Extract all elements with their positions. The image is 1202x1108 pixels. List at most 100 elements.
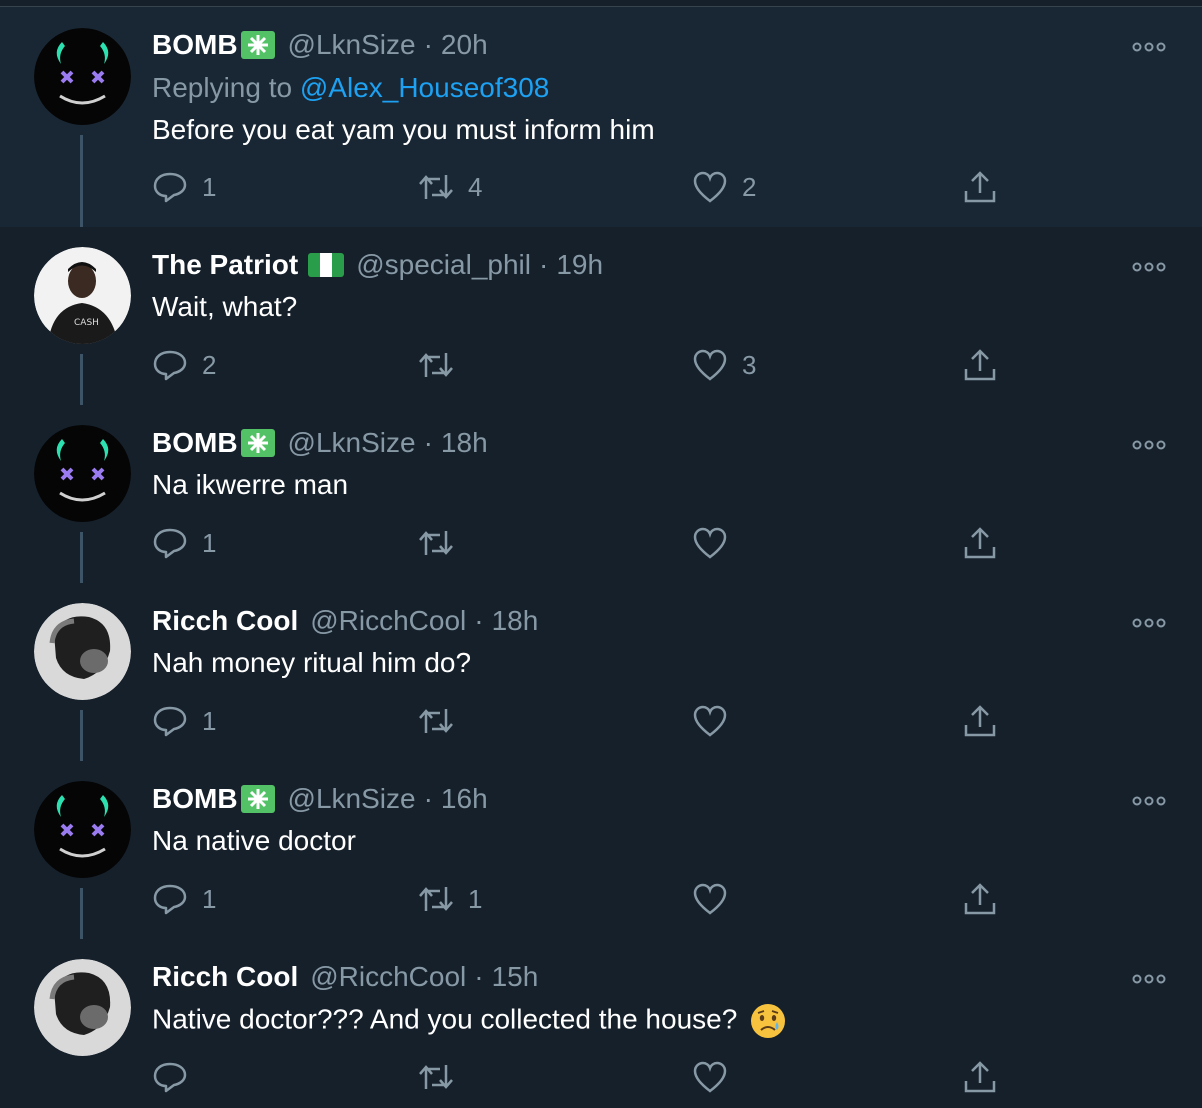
share-icon	[964, 349, 996, 381]
timestamp[interactable]: 20h	[441, 28, 488, 62]
avatar[interactable]	[34, 425, 131, 522]
separator-dot: ·	[474, 605, 484, 636]
more-icon[interactable]	[1132, 261, 1166, 273]
like-button[interactable]	[692, 1057, 742, 1097]
share-icon	[964, 883, 996, 915]
more-icon[interactable]	[1132, 617, 1166, 629]
retweet-button[interactable]	[418, 345, 468, 385]
retweet-icon	[419, 887, 453, 911]
heart-icon	[693, 349, 727, 381]
timestamp[interactable]: 19h	[556, 248, 603, 282]
more-icon[interactable]	[1132, 41, 1166, 53]
reply-count: 1	[202, 527, 217, 558]
thread-line	[80, 710, 83, 761]
avatar[interactable]	[34, 603, 131, 700]
more-icon[interactable]	[1132, 973, 1166, 985]
share-button[interactable]	[962, 167, 998, 207]
action-bar: 1	[152, 701, 1012, 741]
display-name[interactable]: The Patriot	[152, 248, 298, 282]
action-bar: 2 3	[152, 345, 1012, 385]
tweet-1[interactable]: BOMB @LknSize · 20h Replying to @Alex_Ho…	[0, 7, 1202, 227]
tweet-text: Nah money ritual him do?	[152, 647, 472, 678]
tweet-5[interactable]: BOMB @LknSize · 16h Na native doctor 1 1	[0, 761, 1202, 939]
action-bar: 1	[152, 523, 1012, 563]
display-name[interactable]: Ricch Cool	[152, 960, 298, 994]
handle[interactable]: @RicchCool	[310, 960, 466, 994]
retweet-button[interactable]: 1	[418, 879, 482, 919]
share-button[interactable]	[962, 523, 998, 563]
tweet-4[interactable]: Ricch Cool @RicchCool · 18h Nah money ri…	[0, 583, 1202, 761]
action-bar: 1 1	[152, 879, 1012, 919]
action-bar	[152, 1057, 1012, 1097]
share-button[interactable]	[962, 701, 998, 741]
display-name[interactable]: BOMB	[152, 28, 238, 62]
like-button[interactable]	[692, 701, 742, 741]
timestamp[interactable]: 18h	[441, 426, 488, 460]
tweet-6[interactable]: Ricch Cool @RicchCool · 15h Native docto…	[0, 939, 1202, 1108]
thread-line	[80, 135, 83, 227]
reply-button[interactable]: 1	[152, 167, 216, 207]
avatar[interactable]	[34, 781, 131, 878]
tweet-text: Before you eat yam you must inform him	[152, 114, 655, 145]
retweet-button[interactable]	[418, 523, 468, 563]
tweet-3[interactable]: BOMB @LknSize · 18h Na ikwerre man 1	[0, 405, 1202, 583]
handle[interactable]: @special_phil	[356, 248, 531, 282]
separator-dot: ·	[474, 961, 484, 992]
reply-button[interactable]	[152, 1057, 202, 1097]
tweet-text: Na native doctor	[152, 825, 356, 856]
retweet-icon	[419, 353, 453, 377]
timestamp[interactable]: 16h	[441, 782, 488, 816]
reply-button[interactable]: 1	[152, 523, 216, 563]
heart-icon	[693, 1061, 727, 1093]
reply-icon	[153, 350, 187, 381]
action-bar: 1 4 2	[152, 167, 1012, 207]
like-count: 2	[742, 171, 757, 202]
top-divider	[0, 0, 1202, 7]
handle[interactable]: @LknSize	[288, 28, 416, 62]
timestamp[interactable]: 18h	[492, 604, 539, 638]
handle[interactable]: @LknSize	[288, 782, 416, 816]
reply-button[interactable]: 1	[152, 701, 216, 741]
avatar[interactable]	[34, 28, 131, 125]
share-icon	[964, 527, 996, 559]
thread-line	[80, 532, 83, 583]
handle[interactable]: @LknSize	[288, 426, 416, 460]
reply-button[interactable]: 1	[152, 879, 216, 919]
timestamp[interactable]: 15h	[492, 960, 539, 994]
share-button[interactable]	[962, 879, 998, 919]
avatar[interactable]	[34, 959, 131, 1056]
share-button[interactable]	[962, 1057, 998, 1097]
reply-count: 1	[202, 171, 217, 202]
retweet-count: 4	[468, 171, 483, 202]
separator-dot: ·	[538, 249, 549, 280]
share-button[interactable]	[962, 345, 998, 385]
reply-button[interactable]: 2	[152, 345, 216, 385]
handle[interactable]: @RicchCool	[310, 604, 466, 638]
replying-to-mention[interactable]: @Alex_Houseof308	[300, 72, 549, 103]
reply-count: 1	[202, 705, 217, 736]
nigeria-flag-icon	[308, 253, 345, 277]
display-name[interactable]: BOMB	[152, 782, 238, 816]
thread-line	[80, 888, 83, 939]
like-button[interactable]	[692, 879, 742, 919]
like-count: 3	[742, 349, 757, 380]
more-icon[interactable]	[1132, 795, 1166, 807]
retweet-button[interactable]: 4	[418, 167, 482, 207]
retweet-button[interactable]	[418, 1057, 468, 1097]
like-button[interactable]	[692, 523, 742, 563]
avatar[interactable]: CASH	[34, 247, 131, 344]
retweet-button[interactable]	[418, 701, 468, 741]
more-icon[interactable]	[1132, 439, 1166, 451]
reply-icon	[153, 1062, 187, 1093]
share-icon	[964, 1061, 996, 1093]
tweet-header: BOMB @LknSize · 16h	[152, 782, 488, 816]
tweet-2[interactable]: CASH The Patriot @special_phil · 19h Wai…	[0, 227, 1202, 405]
tweet-header: The Patriot @special_phil · 19h	[152, 248, 603, 282]
display-name[interactable]: Ricch Cool	[152, 604, 298, 638]
display-name[interactable]: BOMB	[152, 426, 238, 460]
like-button[interactable]: 3	[692, 345, 756, 385]
reply-count: 2	[202, 349, 217, 380]
like-button[interactable]: 2	[692, 167, 756, 207]
retweet-icon	[419, 175, 453, 199]
retweet-icon	[419, 709, 453, 733]
